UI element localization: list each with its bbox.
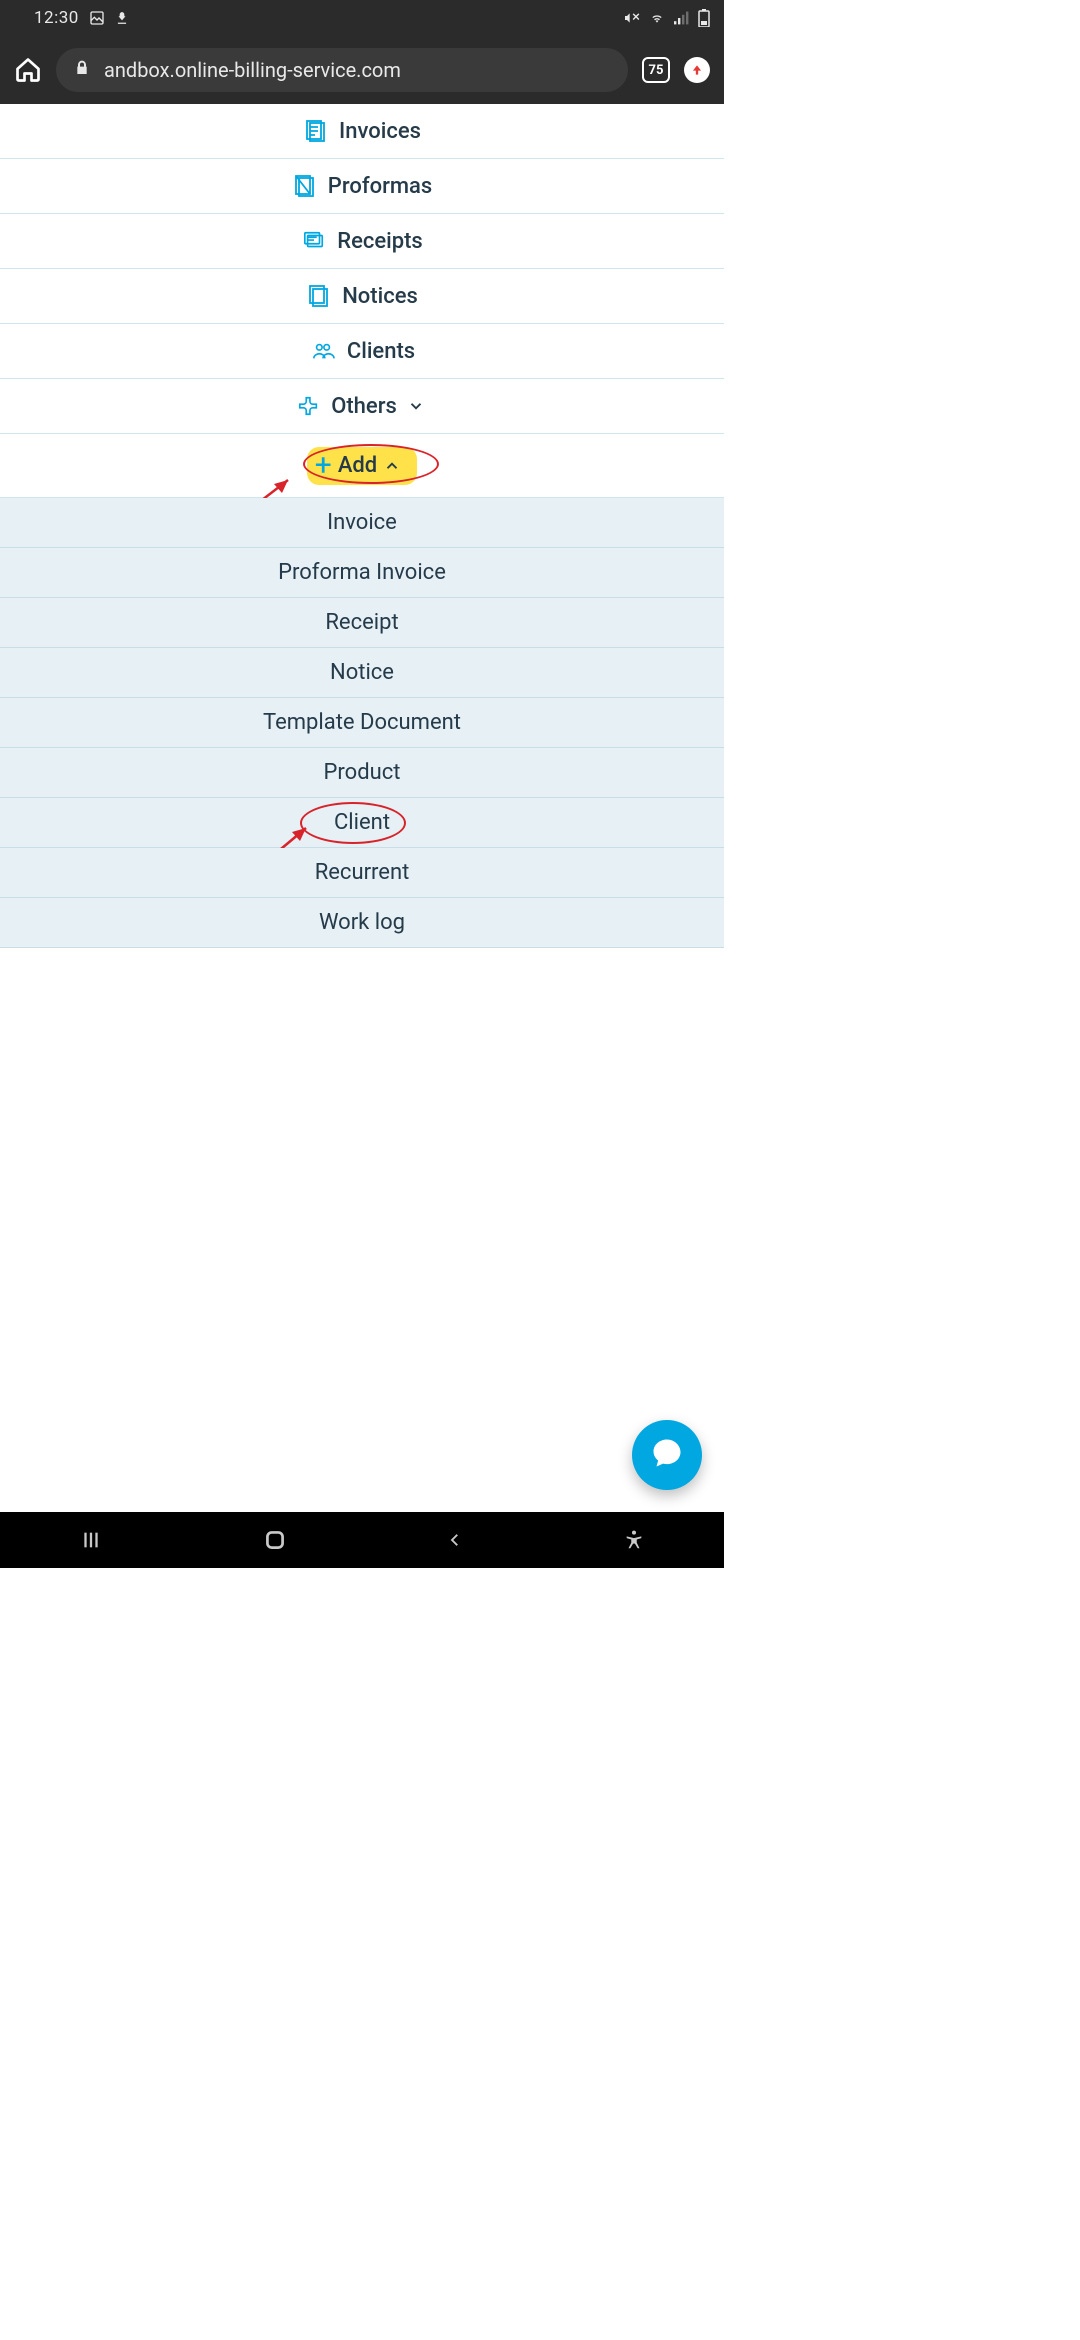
download-icon: [115, 10, 129, 26]
browser-chrome: andbox.online-billing-service.com 75: [0, 36, 724, 104]
nav-notices[interactable]: Notices: [0, 269, 724, 324]
recent-apps-button[interactable]: [79, 1529, 103, 1551]
add-work-log[interactable]: Work log: [0, 898, 724, 948]
add-template-document[interactable]: Template Document: [0, 698, 724, 748]
submenu-label: Proforma Invoice: [278, 560, 446, 585]
add-proforma-invoice[interactable]: Proforma Invoice: [0, 548, 724, 598]
back-button[interactable]: [446, 1528, 464, 1552]
add-product[interactable]: Product: [0, 748, 724, 798]
status-time: 12:30: [34, 8, 79, 28]
add-client[interactable]: Client: [0, 798, 724, 848]
page-content: Invoices Proformas Receipts Notices Clie…: [0, 104, 724, 1512]
add-label: Add: [338, 453, 377, 478]
chat-icon: [649, 1435, 685, 1475]
nav-label: Receipts: [337, 229, 423, 254]
submenu-label: Receipt: [325, 610, 398, 635]
submenu-label: Template Document: [263, 710, 461, 735]
android-nav-bar: [0, 1512, 724, 1568]
nav-label: Invoices: [339, 119, 421, 144]
nav-label: Notices: [342, 284, 418, 309]
nav-invoices[interactable]: Invoices: [0, 104, 724, 159]
add-notice[interactable]: Notice: [0, 648, 724, 698]
nav-label: Others: [331, 394, 397, 419]
picture-icon: [89, 10, 105, 26]
nav-label: Clients: [347, 339, 415, 364]
chat-fab[interactable]: [632, 1420, 702, 1490]
browser-menu-button[interactable]: [684, 57, 710, 83]
clients-icon: [309, 340, 337, 362]
submenu-label: Notice: [330, 660, 394, 685]
mute-vibrate-icon: [622, 10, 640, 26]
chevron-up-icon: [383, 456, 403, 476]
submenu-label: Product: [324, 760, 401, 785]
lock-icon: [74, 58, 90, 82]
nav-receipts[interactable]: Receipts: [0, 214, 724, 269]
wifi-icon: [648, 11, 666, 25]
submenu-label: Client: [334, 810, 390, 835]
footer-gap: [0, 1500, 724, 1512]
status-bar: 12:30: [0, 0, 724, 36]
nav-label: Proformas: [328, 174, 432, 199]
accessibility-button[interactable]: [623, 1528, 645, 1552]
signal-icon: [674, 11, 690, 25]
notices-icon: [306, 284, 332, 308]
url-text: andbox.online-billing-service.com: [104, 58, 401, 82]
proformas-icon: [292, 174, 318, 198]
home-button[interactable]: [262, 1527, 288, 1553]
nav-others[interactable]: Others: [0, 379, 724, 434]
url-bar[interactable]: andbox.online-billing-service.com: [56, 48, 628, 92]
add-receipt[interactable]: Receipt: [0, 598, 724, 648]
submenu-label: Work log: [319, 910, 405, 935]
nav-add[interactable]: + Add: [0, 434, 724, 498]
nav-clients[interactable]: Clients: [0, 324, 724, 379]
plus-icon: +: [315, 451, 332, 481]
tab-count-button[interactable]: 75: [642, 57, 670, 83]
submenu-label: Invoice: [327, 510, 397, 535]
others-icon: [297, 395, 321, 417]
invoices-icon: [303, 119, 329, 143]
nav-proformas[interactable]: Proformas: [0, 159, 724, 214]
add-recurrent[interactable]: Recurrent: [0, 848, 724, 898]
receipts-icon: [301, 230, 327, 252]
browser-home-button[interactable]: [14, 56, 42, 84]
battery-icon: [698, 9, 710, 27]
add-invoice[interactable]: Invoice: [0, 498, 724, 548]
submenu-label: Recurrent: [315, 860, 410, 885]
chevron-down-icon: [407, 396, 427, 416]
